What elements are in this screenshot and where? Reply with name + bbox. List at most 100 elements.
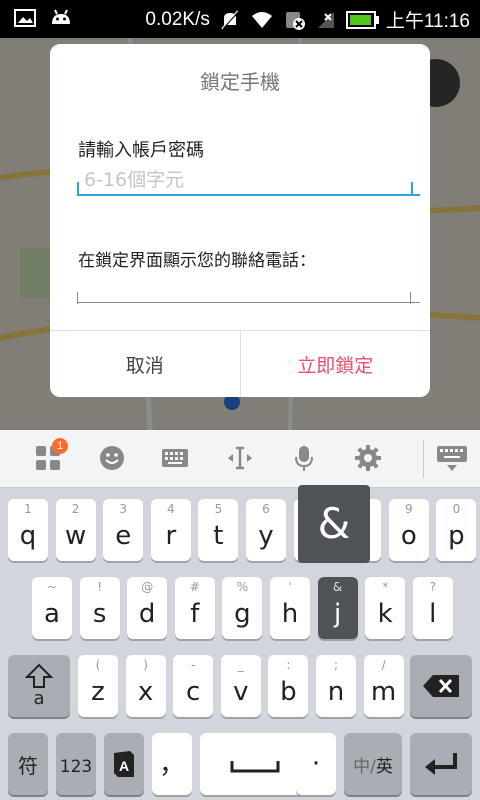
key-hint: 0: [452, 502, 461, 516]
key-z[interactable]: (z: [78, 655, 118, 717]
key-m[interactable]: / m: [363, 655, 404, 717]
key-hint: _: [237, 658, 244, 672]
key-o[interactable]: 9o: [388, 499, 429, 561]
key-n[interactable]: ; n: [316, 655, 356, 717]
key-d[interactable]: @ d: [127, 577, 168, 639]
emoji-icon[interactable]: [98, 444, 126, 472]
key-hint: :: [286, 658, 291, 672]
key-hint: #: [189, 580, 200, 594]
lock-phone-dialog: 鎖定手機 請輸入帳戶密碼 在鎖定界面顯示您的聯絡電話： 取消 立即鎖定: [50, 44, 430, 397]
key-k[interactable]: * k: [365, 577, 406, 639]
key-label: n: [327, 677, 345, 707]
key-hint: @: [141, 580, 154, 594]
key-hint: 3: [119, 502, 127, 516]
enter-key[interactable]: [410, 733, 472, 795]
notification-badge: 1: [52, 438, 68, 454]
comma-key[interactable]: ，: [152, 733, 192, 795]
key-p[interactable]: 0p: [436, 499, 477, 561]
microphone-icon[interactable]: [290, 444, 318, 472]
key-e[interactable]: 3e: [103, 499, 144, 561]
period-key[interactable]: ·: [296, 733, 336, 795]
key-label: h: [281, 599, 299, 629]
key-c[interactable]: -c: [173, 655, 214, 717]
key-v[interactable]: _ v: [220, 655, 261, 717]
key-h[interactable]: ' h: [270, 577, 310, 639]
shift-key-label: a: [33, 688, 45, 709]
input-method-icon: A: [114, 751, 134, 777]
sim-icon: [285, 11, 305, 30]
key-hint: !: [97, 580, 102, 594]
shift-arrow-icon: [25, 663, 53, 688]
status-bar: 0.02K/s 上午11:16: [0, 0, 480, 38]
period-key-label: ·: [311, 749, 321, 779]
cursor-move-icon[interactable]: [226, 444, 254, 472]
no-signal-icon: [317, 11, 334, 28]
key-preview-popup: &: [298, 485, 370, 563]
key-x[interactable]: ) x: [125, 655, 166, 717]
key-a[interactable]: ~ a: [32, 577, 72, 639]
key-label: c: [186, 677, 201, 707]
gallery-icon: [14, 9, 36, 27]
settings-gear-icon[interactable]: [354, 444, 382, 472]
key-label: d: [138, 599, 156, 629]
key-hint: 5: [214, 502, 223, 516]
clock: 上午11:16: [385, 11, 470, 32]
key-hint: ): [143, 658, 148, 672]
key-hint: ?: [429, 580, 436, 594]
language-active-label: 英: [375, 757, 393, 777]
key-r[interactable]: 4r: [150, 499, 191, 561]
space-bar-icon: [230, 761, 280, 773]
password-input[interactable]: [78, 166, 420, 196]
numbers-key-label: 123: [59, 757, 93, 777]
phone-label: 在鎖定界面顯示您的聯絡電話：: [78, 251, 316, 271]
key-g[interactable]: % g: [222, 577, 263, 639]
key-label: y: [258, 521, 274, 551]
key-w[interactable]: 2w: [55, 499, 96, 561]
toolbar-divider: [423, 440, 424, 478]
key-t[interactable]: 5t: [198, 499, 239, 561]
key-hint: 2: [71, 502, 80, 516]
phone-input[interactable]: [78, 276, 420, 303]
key-b[interactable]: :b: [268, 655, 309, 717]
key-label: w: [64, 521, 87, 551]
key-y[interactable]: 6y: [246, 499, 286, 561]
key-label: v: [233, 677, 249, 707]
key-s[interactable]: ! s: [79, 577, 120, 639]
key-hint: -: [191, 658, 196, 672]
key-hint: ;: [333, 658, 339, 672]
input-method-key[interactable]: A: [104, 733, 144, 795]
key-label: p: [448, 521, 465, 551]
mute-icon: [221, 9, 240, 30]
key-f[interactable]: # f: [174, 577, 215, 639]
key-label: m: [370, 677, 397, 707]
key-hint: 1: [24, 502, 32, 516]
enter-icon: [425, 753, 457, 775]
key-hint: ~: [46, 580, 58, 594]
wifi-icon: [251, 11, 272, 28]
keyboard-toolbar: 1: [0, 430, 480, 488]
svg-text:A: A: [119, 758, 129, 774]
backspace-key[interactable]: [410, 655, 472, 717]
key-l[interactable]: ? l: [412, 577, 453, 639]
cancel-button[interactable]: 取消: [50, 331, 241, 397]
numbers-key[interactable]: 123: [56, 733, 96, 795]
key-hint: 9: [404, 502, 413, 516]
key-hint: /: [381, 658, 386, 672]
space-key[interactable]: [200, 733, 310, 795]
key-hint: 6: [262, 502, 270, 516]
key-q[interactable]: 1q: [8, 499, 48, 561]
shift-key[interactable]: a: [8, 655, 70, 717]
key-j[interactable]: & j: [317, 577, 358, 639]
lock-now-button[interactable]: 立即鎖定: [241, 331, 431, 397]
symbols-key[interactable]: 符: [8, 733, 48, 795]
key-label: s: [92, 599, 107, 629]
key-label: j: [333, 599, 342, 629]
key-label: t: [213, 521, 224, 551]
key-label: f: [190, 599, 200, 629]
symbols-key-label: 符: [18, 754, 38, 778]
hide-keyboard-icon[interactable]: [436, 444, 468, 472]
keyboard-layout-icon[interactable]: [161, 444, 189, 472]
key-label: l: [429, 599, 437, 629]
language-toggle-key[interactable]: 中/英: [344, 733, 402, 795]
key-label: r: [165, 521, 177, 551]
